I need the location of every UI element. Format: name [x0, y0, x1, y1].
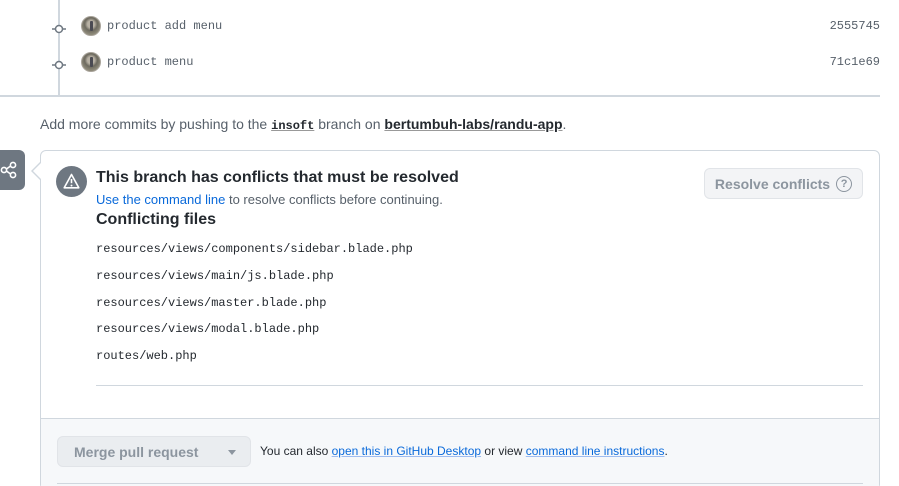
commit-sha-link[interactable]: 71c1e69	[830, 55, 880, 69]
conflicting-files-heading: Conflicting files	[96, 211, 216, 228]
footer-note-prefix: You can also	[260, 444, 329, 458]
git-commit-icon	[52, 60, 66, 70]
list-item: resources/views/main/js.blade.php	[96, 268, 334, 283]
command-line-instructions-link[interactable]: command line instructions	[526, 444, 665, 458]
alert-triangle-icon	[63, 173, 80, 189]
list-item: resources/views/master.blade.php	[96, 295, 327, 310]
merge-pull-request-button[interactable]: Merge pull request	[57, 436, 251, 467]
commit-message-link[interactable]: product add menu	[107, 19, 222, 33]
commit-message-link[interactable]: product menu	[107, 55, 193, 69]
panel-pointer-inner	[33, 163, 41, 179]
list-item: routes/web.php	[96, 349, 197, 364]
conflict-title: This branch has conflicts that must be r…	[96, 169, 459, 186]
avatar[interactable]	[81, 52, 101, 72]
commit-row: product add menu 2555745	[0, 10, 880, 46]
footer-note-suffix: .	[664, 444, 668, 458]
branch-name-link[interactable]: insoft	[271, 119, 314, 133]
footer-note-middle: or view	[484, 444, 523, 458]
git-commit-icon	[52, 24, 66, 34]
question-icon[interactable]: ?	[836, 175, 853, 192]
merge-button-label: Merge pull request	[74, 444, 199, 460]
github-desktop-link[interactable]: open this in GitHub Desktop	[332, 444, 481, 458]
caret-down-icon[interactable]	[228, 450, 236, 455]
merge-status-box	[0, 150, 25, 190]
resolve-conflicts-button[interactable]: Resolve conflicts ?	[704, 168, 863, 199]
list-item: resources/views/modal.blade.php	[96, 322, 320, 337]
conflicting-files-list: resources/views/components/sidebar.blade…	[96, 242, 413, 376]
push-note-middle: branch on	[318, 116, 381, 132]
push-note-prefix: Add more commits by pushing to the	[40, 116, 268, 132]
conflict-subtitle: Use the command line to resolve conflict…	[96, 192, 443, 207]
timeline-divider	[0, 95, 880, 97]
commit-sha-link[interactable]: 2555745	[830, 19, 880, 33]
git-merge-icon	[0, 161, 17, 179]
avatar[interactable]	[81, 16, 101, 36]
push-note: Add more commits by pushing to the insof…	[40, 116, 566, 133]
resolve-conflicts-label: Resolve conflicts	[714, 175, 831, 192]
repo-link[interactable]: bertumbuh-labs/randu-app	[384, 116, 562, 132]
push-note-suffix: .	[562, 116, 567, 132]
commit-row: product menu 71c1e69	[0, 46, 880, 82]
merge-footer-note: You can also open this in GitHub Desktop…	[260, 444, 668, 458]
command-line-link[interactable]: Use the command line	[96, 192, 225, 207]
footer-divider	[57, 483, 863, 484]
list-item: resources/views/components/sidebar.blade…	[96, 242, 413, 256]
panel-divider	[96, 385, 863, 386]
warning-badge	[56, 166, 87, 197]
conflict-subtitle-text: to resolve conflicts before continuing.	[228, 192, 443, 207]
